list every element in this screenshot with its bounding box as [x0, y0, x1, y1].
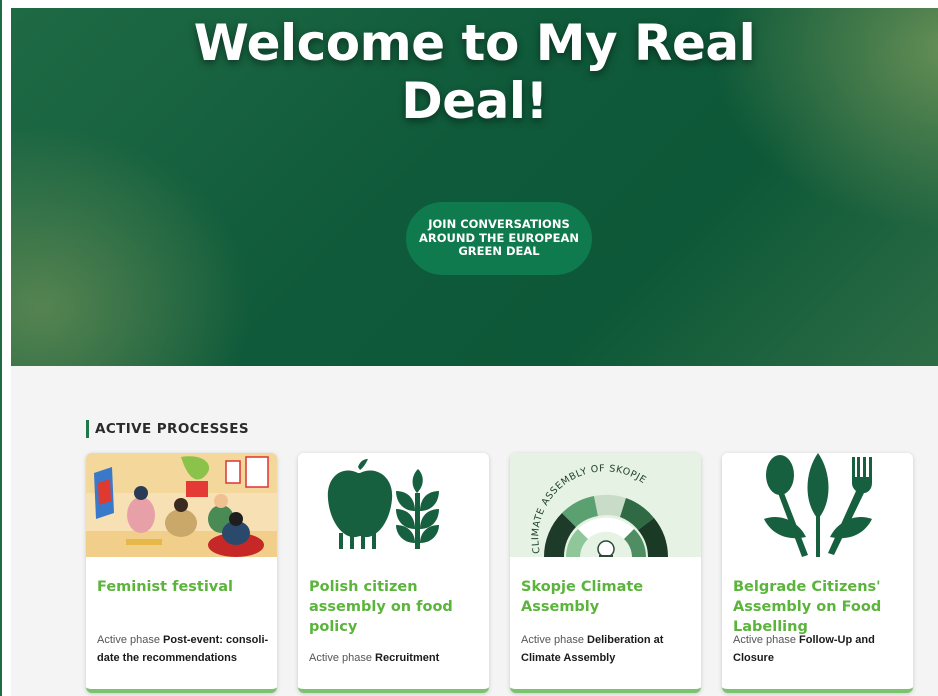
phase-label: Active phase	[521, 634, 584, 646]
process-card-belgrade-assembly[interactable]: Belgrade Citizens' Assembly on Food Labe…	[722, 453, 913, 693]
card-title: Belgrade Citizens' Assembly on Food Labe…	[733, 579, 882, 635]
spoon-fork-leaves-icon	[722, 453, 913, 557]
phase-label: Active phase	[733, 634, 796, 646]
join-conversations-button[interactable]: JOIN CONVERSATIONS AROUND THE EUROPEAN G…	[406, 202, 592, 275]
apple-and-wheat-icon	[298, 453, 489, 557]
process-card-feminist-festival[interactable]: Feminist festival Active phase Post-even…	[86, 453, 277, 693]
card-title: Feminist festival	[97, 579, 234, 595]
section-title: ACTIVE PROCESSES	[86, 420, 249, 438]
card-title: Polish citizen assembly on food policy	[309, 579, 453, 635]
feminist-festival-illustration	[86, 453, 277, 557]
hero-title: Welcome to My Real Deal!	[11, 14, 938, 130]
phase-label: Active phase	[97, 634, 160, 646]
process-card-skopje-climate[interactable]: CLIMATE ASSEMBLY OF SKOPJE Skopje Climat…	[510, 453, 701, 693]
left-border	[0, 0, 2, 696]
card-phase: Active phase Follow-Up and Closure	[733, 631, 905, 667]
hero-banner: Welcome to My Real Deal! JOIN CONVERSATI…	[11, 8, 938, 366]
phase-label: Active phase	[309, 652, 372, 664]
hero-title-line2: Deal!	[401, 72, 548, 130]
hero-title-line1: Welcome to My Real	[193, 14, 756, 72]
climate-assembly-of-skopje-logo: CLIMATE ASSEMBLY OF SKOPJE	[510, 453, 701, 557]
card-phase: Active phase Post-event: consoli-date th…	[97, 631, 269, 667]
process-card-polish-assembly[interactable]: Polish citizen assembly on food policy A…	[298, 453, 489, 693]
card-title: Skopje Climate Assembly	[521, 579, 644, 615]
card-phase: Active phase Recruitment	[309, 649, 481, 667]
top-strip	[0, 0, 938, 8]
phase-value: Recruitment	[375, 652, 440, 664]
card-phase: Active phase Deliberation at Climate Ass…	[521, 631, 693, 667]
